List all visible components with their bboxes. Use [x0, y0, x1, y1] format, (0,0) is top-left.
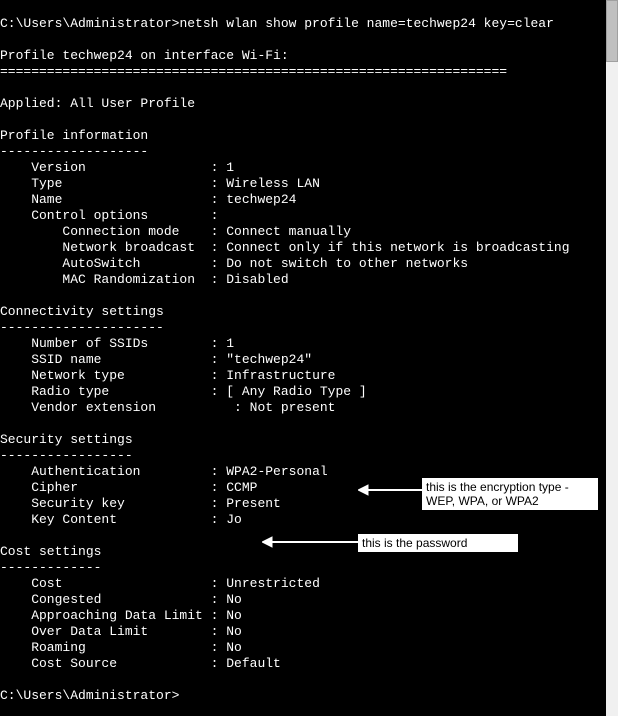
scrollbar-track[interactable] — [606, 0, 618, 716]
row-value: Infrastructure — [226, 368, 335, 383]
row-label: Cipher : — [0, 480, 226, 495]
row-value: "techwep24" — [226, 352, 312, 367]
row-label: Cost : — [0, 576, 226, 591]
annotation-encryption-type: this is the encryption type - WEP, WPA, … — [422, 478, 598, 510]
row-label: Cost Source : — [0, 656, 226, 671]
row-value: Default — [226, 656, 281, 671]
row-label: Name : — [0, 192, 226, 207]
row-value: Not present — [250, 400, 336, 415]
row-label: SSID name : — [0, 352, 226, 367]
row-label: AutoSwitch : — [0, 256, 226, 271]
profile-header: Profile techwep24 on interface Wi-Fi: — [0, 48, 289, 63]
row-value: [ Any Radio Type ] — [226, 384, 366, 399]
row-label: Authentication : — [0, 464, 226, 479]
prompt-path: C:\Users\Administrator> — [0, 16, 179, 31]
row-value: Do not switch to other networks — [226, 256, 468, 271]
section-dash: ------------- — [0, 560, 101, 575]
row-value: No — [226, 640, 242, 655]
row-label: Over Data Limit : — [0, 624, 226, 639]
separator: ========================================… — [0, 64, 507, 79]
row-label: Number of SSIDs : — [0, 336, 226, 351]
command-text: netsh wlan show profile name=techwep24 k… — [179, 16, 553, 31]
row-value: Present — [226, 496, 281, 511]
row-value-authentication: WPA2-Personal — [226, 464, 327, 479]
row-value-key-content: Jo — [226, 512, 242, 527]
row-value: Wireless LAN — [226, 176, 320, 191]
row-value: 1 — [226, 160, 234, 175]
row-value: CCMP — [226, 480, 257, 495]
row-value: No — [226, 608, 242, 623]
row-label: Radio type : — [0, 384, 226, 399]
row-label: Vendor extension : — [0, 400, 250, 415]
section-title-cost: Cost settings — [0, 544, 101, 559]
row-label: Security key : — [0, 496, 226, 511]
annotation-password: this is the password — [358, 534, 518, 552]
scrollbar-thumb[interactable] — [606, 0, 618, 62]
arrow-icon — [262, 536, 358, 548]
section-title-security: Security settings — [0, 432, 133, 447]
terminal-output: C:\Users\Administrator>netsh wlan show p… — [0, 0, 606, 716]
row-value: Disabled — [226, 272, 288, 287]
row-value: Connect manually — [226, 224, 351, 239]
row-label: Key Content : — [0, 512, 226, 527]
row-label: Version : — [0, 160, 226, 175]
row-value: Unrestricted — [226, 576, 320, 591]
row-label: Type : — [0, 176, 226, 191]
row-label: Network type : — [0, 368, 226, 383]
row-value: 1 — [226, 336, 234, 351]
row-value: No — [226, 624, 242, 639]
row-label: Congested : — [0, 592, 226, 607]
row-label: MAC Randomization : — [0, 272, 226, 287]
section-title-profile: Profile information — [0, 128, 148, 143]
row-label: Roaming : — [0, 640, 226, 655]
applied-line: Applied: All User Profile — [0, 96, 195, 111]
row-value: No — [226, 592, 242, 607]
window: C:\Users\Administrator>netsh wlan show p… — [0, 0, 618, 716]
row-value: techwep24 — [226, 192, 296, 207]
section-dash: ------------------- — [0, 144, 148, 159]
row-label: Connection mode : — [0, 224, 226, 239]
row-label: Control options : — [0, 208, 218, 223]
section-dash: --------------------- — [0, 320, 164, 335]
row-label: Approaching Data Limit : — [0, 608, 226, 623]
row-label: Network broadcast : — [0, 240, 226, 255]
arrow-icon — [358, 484, 422, 496]
section-title-connectivity: Connectivity settings — [0, 304, 164, 319]
final-prompt[interactable]: C:\Users\Administrator> — [0, 688, 179, 703]
row-value: Connect only if this network is broadcas… — [226, 240, 569, 255]
section-dash: ----------------- — [0, 448, 133, 463]
